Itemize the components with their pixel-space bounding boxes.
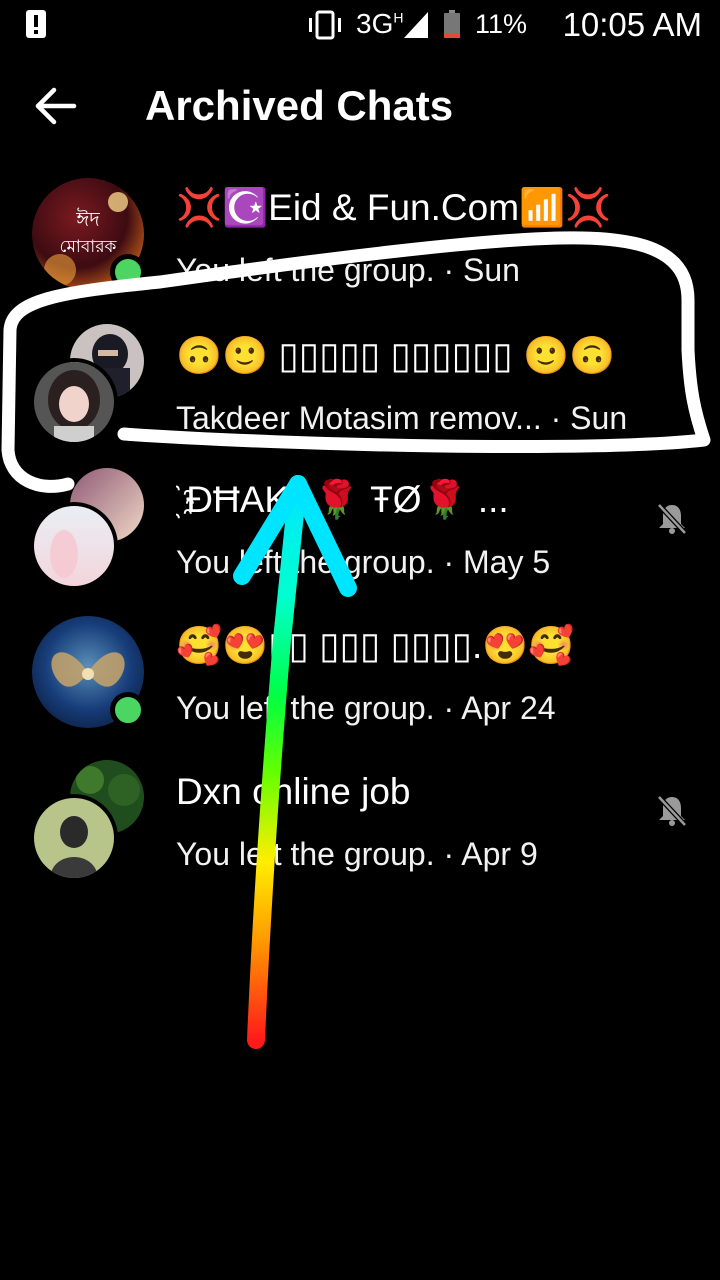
back-button[interactable] bbox=[34, 86, 78, 126]
arrow-left-icon bbox=[35, 87, 77, 125]
avatar-text-line2: মোবারক bbox=[60, 237, 118, 257]
chat-name: 🙃🙂 ▯▯▯▯▯ ▯▯▯▯▯▯ 🙂🙃 bbox=[176, 335, 616, 376]
alert-icon bbox=[26, 10, 46, 38]
avatar-text-line1: ঈদ bbox=[75, 207, 100, 231]
chat-row-dhaka[interactable]: ҈ ĐĦAKA🌹 ŦØ🌹 ... You left the group. · M… bbox=[0, 462, 720, 602]
chat-snippet: You left the group. · Apr 9 bbox=[176, 836, 538, 872]
page-title: Archived Chats bbox=[145, 82, 454, 129]
bell-off-icon bbox=[657, 795, 687, 827]
status-bar: 3GH 11% 10:05 AM bbox=[0, 0, 720, 52]
chat-name: 💢☪️Eid & Fun.Com📶💢 bbox=[176, 187, 612, 228]
chat-name: ҈ ĐĦAKA🌹 ŦØ🌹 ... bbox=[176, 479, 509, 520]
signal-icon bbox=[404, 12, 428, 38]
chat-snippet: You left the group. · Apr 24 bbox=[176, 690, 556, 726]
chat-row-dxn-online-job[interactable]: Dxn online job You left the group. · Apr… bbox=[0, 754, 720, 894]
battery-icon bbox=[444, 10, 460, 38]
battery-percent: 11% bbox=[475, 9, 528, 39]
bell-off-icon bbox=[657, 503, 687, 535]
chat-name: Dxn online job bbox=[176, 771, 411, 812]
chat-snippet: You left the group. · May 5 bbox=[176, 544, 551, 580]
chat-snippet: You left the group. · Sun bbox=[176, 252, 520, 288]
avatar bbox=[30, 794, 118, 882]
chat-name: 🥰😍▯▯ ▯▯▯ ▯▯▯▯.😍🥰 bbox=[176, 625, 575, 666]
online-indicator bbox=[110, 692, 146, 728]
chat-row-eid-fun[interactable]: ঈদ মোবারক 💢☪️Eid & Fun.Com📶💢 You left th… bbox=[0, 170, 720, 310]
chat-row-takdeer[interactable]: 🙃🙂 ▯▯▯▯▯ ▯▯▯▯▯▯ 🙂🙃 Takdeer Motasim remov… bbox=[0, 318, 720, 458]
vibrate-icon bbox=[309, 10, 341, 40]
chat-snippet: Takdeer Motasim remov... · Sun bbox=[176, 400, 628, 436]
avatar bbox=[30, 358, 118, 446]
clock: 10:05 AM bbox=[562, 6, 702, 43]
avatar bbox=[30, 502, 118, 590]
network-type: 3GH bbox=[356, 8, 404, 39]
online-indicator bbox=[110, 254, 146, 290]
chat-row-love-group[interactable]: 🥰😍▯▯ ▯▯▯ ▯▯▯▯.😍🥰 You left the group. · A… bbox=[0, 608, 720, 748]
